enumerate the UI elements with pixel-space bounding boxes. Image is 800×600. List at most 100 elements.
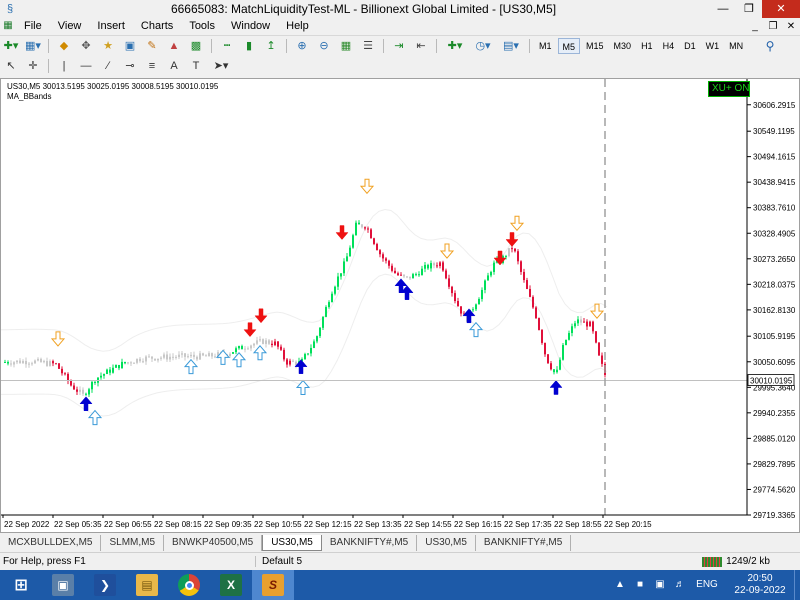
- tray-app-icon[interactable]: ■: [633, 578, 647, 592]
- buy-signal-arrow: [231, 351, 247, 368]
- chart-window-icon[interactable]: ▦: [0, 18, 16, 34]
- price-tick-label: 30273.2650: [753, 255, 796, 264]
- timeframe-w1[interactable]: W1: [702, 38, 724, 54]
- system-tray: ▲ ■ ▣ ♬ ENG 20:50 22-09-2022: [610, 570, 800, 600]
- channel-icon[interactable]: ⊸: [120, 57, 140, 75]
- menu-file[interactable]: File: [16, 18, 50, 34]
- menu-insert[interactable]: Insert: [89, 18, 133, 34]
- time-tick-label: 22 Sep 14:55: [404, 520, 452, 529]
- data-window-icon[interactable]: ✥: [76, 37, 96, 55]
- time-tick-label: 22 Sep 09:35: [204, 520, 252, 529]
- chart-tab[interactable]: BANKNIFTY#,M5: [322, 535, 418, 551]
- app-logo-icon[interactable]: §: [3, 2, 17, 16]
- zoom-in-icon[interactable]: ⊕: [292, 37, 312, 55]
- toolbar-divider: [286, 38, 287, 53]
- show-desktop-button[interactable]: [794, 570, 800, 600]
- chart-window[interactable]: 30606.2915 30549.1195 30494.1615 30438.9415…: [0, 78, 800, 533]
- timeframe-m30[interactable]: M30: [610, 38, 636, 54]
- templates-icon[interactable]: ▤▾: [498, 37, 524, 55]
- new-order-icon[interactable]: ▲: [164, 37, 184, 55]
- network-icon[interactable]: ▣: [653, 578, 667, 592]
- terminal-icon[interactable]: ▣: [120, 37, 140, 55]
- price-chart[interactable]: 30606.2915 30549.1195 30494.1615 30438.9415…: [1, 79, 799, 532]
- connection-status[interactable]: 1249/2 kb: [702, 556, 800, 567]
- candle-body: [436, 265, 438, 267]
- candlestick-icon[interactable]: ▮: [239, 37, 259, 55]
- candle-body: [364, 227, 366, 229]
- title-bar: § 66665083: MatchLiquidityTest-ML - Bill…: [0, 0, 800, 18]
- minimize-button[interactable]: —: [710, 0, 736, 18]
- text-label-icon[interactable]: T: [186, 57, 206, 75]
- menu-help[interactable]: Help: [278, 18, 317, 34]
- trendline-icon[interactable]: ∕: [98, 57, 118, 75]
- menu-window[interactable]: Window: [223, 18, 278, 34]
- cursor-icon[interactable]: ↖: [1, 57, 21, 75]
- autotrading-badge[interactable]: XU+ ON: [708, 81, 750, 97]
- candle-body: [79, 389, 81, 392]
- taskbar-chrome[interactable]: [168, 570, 210, 600]
- timeframe-m15[interactable]: M15: [582, 38, 608, 54]
- vertical-line-icon[interactable]: |: [54, 57, 74, 75]
- candle-body: [376, 243, 378, 251]
- candle-body: [508, 248, 510, 257]
- language-indicator[interactable]: ENG: [693, 578, 721, 592]
- line-chart-icon[interactable]: ↥: [261, 37, 281, 55]
- auto-scroll-icon[interactable]: ☰: [358, 37, 378, 55]
- chart-shift-icon[interactable]: ⇥: [389, 37, 409, 55]
- taskbar-excel[interactable]: X: [210, 570, 252, 600]
- taskbar-server-manager[interactable]: ▣: [42, 570, 84, 600]
- start-button[interactable]: ⊞: [0, 570, 42, 600]
- taskbar-clock[interactable]: 20:50 22-09-2022: [730, 573, 790, 597]
- candle-body: [535, 307, 537, 319]
- timeframe-h4[interactable]: H4: [659, 38, 679, 54]
- time-tick-label: 22 Sep 08:15: [154, 520, 202, 529]
- chart-tab[interactable]: MCXBULLDEX,M5: [0, 535, 102, 551]
- text-icon[interactable]: A: [164, 57, 184, 75]
- timeframe-h1[interactable]: H1: [637, 38, 657, 54]
- search-icon[interactable]: ⚲: [762, 38, 778, 54]
- menu-charts[interactable]: Charts: [133, 18, 181, 34]
- menu-tools[interactable]: Tools: [181, 18, 223, 34]
- chart-restore-button[interactable]: ❐: [764, 21, 782, 32]
- maximize-button[interactable]: ❐: [736, 0, 762, 18]
- timeframe-d1[interactable]: D1: [680, 38, 700, 54]
- chart-close-button[interactable]: ✕: [782, 21, 800, 32]
- tile-windows-icon[interactable]: ▦: [336, 37, 356, 55]
- volume-icon[interactable]: ♬: [673, 578, 687, 592]
- taskbar-metatrader[interactable]: S: [252, 570, 294, 600]
- fibonacci-icon[interactable]: ≡: [142, 57, 162, 75]
- market-watch-icon[interactable]: ◆: [54, 37, 74, 55]
- crosshair-icon[interactable]: ✛: [23, 57, 43, 75]
- navigator-icon[interactable]: ★: [98, 37, 118, 55]
- candle-body: [346, 256, 348, 262]
- chart-tab[interactable]: BNWKP40500,M5: [164, 535, 263, 551]
- new-chart-icon[interactable]: ✚▾: [1, 37, 21, 55]
- timeframe-mn[interactable]: MN: [725, 38, 747, 54]
- zoom-out-icon[interactable]: ⊖: [314, 37, 334, 55]
- chart-tab[interactable]: US30,M5: [417, 535, 476, 551]
- menu-view[interactable]: View: [50, 18, 90, 34]
- tray-expand-icon[interactable]: ▲: [613, 578, 627, 592]
- taskbar-powershell[interactable]: ❯: [84, 570, 126, 600]
- taskbar-file-explorer[interactable]: ▤: [126, 570, 168, 600]
- horizontal-line-icon[interactable]: —: [76, 57, 96, 75]
- candle-body: [193, 354, 195, 357]
- chart-tab[interactable]: SLMM,M5: [101, 535, 165, 551]
- candle-body: [541, 329, 543, 343]
- close-button[interactable]: ✕: [762, 0, 800, 18]
- chart-tab[interactable]: BANKNIFTY#,M5: [476, 535, 572, 551]
- timeframe-m5[interactable]: M5: [557, 37, 581, 54]
- chart-minimize-button[interactable]: _: [746, 21, 764, 32]
- candle-body: [475, 304, 477, 310]
- chart-tab-active[interactable]: US30,M5: [262, 535, 322, 551]
- price-tick-label: 29774.5620: [753, 485, 796, 494]
- bar-chart-icon[interactable]: ┅: [217, 37, 237, 55]
- tester-icon[interactable]: ✎: [142, 37, 162, 55]
- profiles-icon[interactable]: ▦▾: [23, 37, 43, 55]
- autoscroll-toggle-icon[interactable]: ⇤: [411, 37, 431, 55]
- timeframe-m1[interactable]: M1: [535, 38, 556, 54]
- metaeditor-icon[interactable]: ▩: [186, 37, 206, 55]
- arrows-icon[interactable]: ➤▾: [208, 57, 234, 75]
- indicators-icon[interactable]: ✚▾: [442, 37, 468, 55]
- periods-icon[interactable]: ◷▾: [470, 37, 496, 55]
